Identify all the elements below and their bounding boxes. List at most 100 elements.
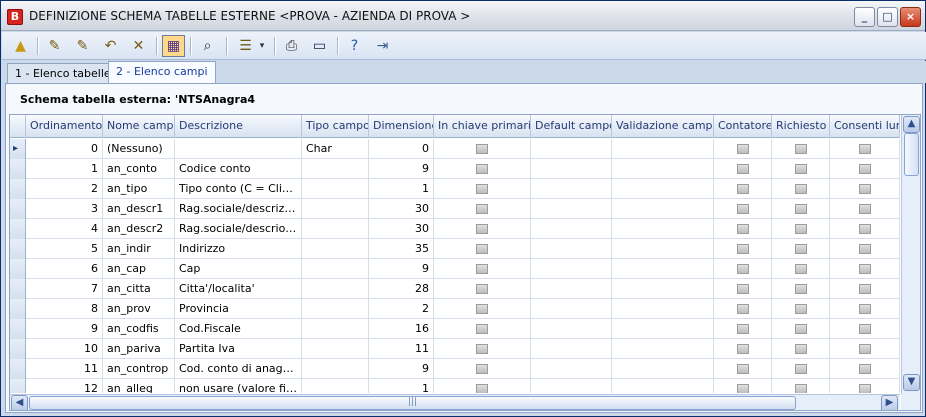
cell-ordinamento[interactable]: 1 [26, 159, 103, 179]
minimize-button[interactable]: _ [854, 7, 875, 27]
horizontal-scrollbar[interactable]: ◀ ||| ▶ [10, 394, 900, 410]
cell-dimensione[interactable]: 30 [369, 199, 434, 219]
checkbox-in-chiave-primaria[interactable] [434, 299, 531, 319]
checkbox-consenti-lunghezza[interactable] [830, 239, 900, 259]
checkbox[interactable] [858, 244, 871, 254]
checkbox-contatore[interactable] [714, 179, 772, 199]
checkbox[interactable] [736, 184, 749, 194]
checkbox-in-chiave-primaria[interactable] [434, 319, 531, 339]
checkbox[interactable] [476, 284, 488, 294]
cell-validazione-campo[interactable] [612, 339, 714, 359]
checkbox[interactable] [858, 344, 871, 354]
checkbox[interactable] [736, 364, 749, 374]
cell-descrizione[interactable]: Codice conto [175, 159, 302, 179]
checkbox-contatore[interactable] [714, 379, 772, 393]
checkbox[interactable] [794, 344, 807, 354]
cell-default-campo[interactable] [531, 299, 612, 319]
cell-descrizione[interactable]: Citta'/localita' [175, 279, 302, 299]
checkbox-consenti-lunghezza[interactable] [830, 319, 900, 339]
cell-tipo-campo[interactable] [302, 379, 369, 393]
checkbox[interactable] [794, 384, 807, 393]
checkbox-contatore[interactable] [714, 199, 772, 219]
cell-tipo-campo[interactable] [302, 199, 369, 219]
checkbox-consenti-lunghezza[interactable] [830, 339, 900, 359]
cell-descrizione[interactable]: Indirizzo [175, 239, 302, 259]
checkbox-in-chiave-primaria[interactable] [434, 139, 531, 159]
chevron-down-icon[interactable]: ▾ [255, 35, 269, 57]
row-indicator[interactable] [10, 359, 26, 379]
checkbox[interactable] [476, 364, 488, 374]
column-header-tipo-campo[interactable]: Tipo campo [302, 115, 369, 138]
row-indicator[interactable] [10, 279, 26, 299]
cell-validazione-campo[interactable] [612, 279, 714, 299]
checkbox-richiesto[interactable] [772, 279, 830, 299]
vertical-scroll-thumb[interactable] [904, 133, 919, 176]
cell-dimensione[interactable]: 1 [369, 379, 434, 393]
row-indicator[interactable] [10, 199, 26, 219]
scroll-left-icon[interactable]: ◀ [11, 395, 28, 410]
cell-descrizione[interactable]: Provincia [175, 299, 302, 319]
scroll-up-icon[interactable]: ▲ [903, 116, 920, 133]
row-indicator[interactable] [10, 339, 26, 359]
cell-validazione-campo[interactable] [612, 199, 714, 219]
checkbox-richiesto[interactable] [772, 219, 830, 239]
checkbox[interactable] [736, 244, 749, 254]
cell-default-campo[interactable] [531, 339, 612, 359]
checkbox[interactable] [736, 164, 749, 174]
table-row[interactable]: 6 an_cap Cap 9 [10, 259, 900, 279]
cell-validazione-campo[interactable] [612, 299, 714, 319]
checkbox[interactable] [858, 164, 871, 174]
cell-ordinamento[interactable]: 8 [26, 299, 103, 319]
checkbox[interactable] [794, 284, 807, 294]
cell-ordinamento[interactable]: 3 [26, 199, 103, 219]
cell-ordinamento[interactable]: 12 [26, 379, 103, 393]
cell-nome-campo[interactable]: an_pariva [103, 339, 175, 359]
column-header-nome-campo[interactable]: Nome campo [103, 115, 175, 138]
checkbox[interactable] [476, 144, 488, 154]
checkbox-consenti-lunghezza[interactable] [830, 179, 900, 199]
cell-dimensione[interactable]: 16 [369, 319, 434, 339]
cell-tipo-campo[interactable] [302, 179, 369, 199]
cell-nome-campo[interactable]: an_citta [103, 279, 175, 299]
checkbox[interactable] [736, 324, 749, 334]
cell-dimensione[interactable]: 9 [369, 259, 434, 279]
cell-default-campo[interactable] [531, 279, 612, 299]
cell-default-campo[interactable] [531, 239, 612, 259]
cell-nome-campo[interactable]: an_controp [103, 359, 175, 379]
scroll-right-icon[interactable]: ▶ [881, 395, 898, 410]
tab-elenco-campi[interactable]: 2 - Elenco campi [108, 61, 216, 83]
checkbox[interactable] [794, 244, 807, 254]
checkbox-contatore[interactable] [714, 259, 772, 279]
checkbox[interactable] [736, 224, 749, 234]
cell-default-campo[interactable] [531, 359, 612, 379]
column-header-descrizione[interactable]: Descrizione [175, 115, 302, 138]
row-indicator[interactable] [10, 259, 26, 279]
cell-nome-campo[interactable]: an_tipo [103, 179, 175, 199]
new-record-icon[interactable]: ✎ [43, 35, 66, 57]
checkbox[interactable] [476, 384, 488, 393]
checkbox-contatore[interactable] [714, 339, 772, 359]
checkbox[interactable] [736, 144, 749, 154]
cell-nome-campo[interactable]: an_descr1 [103, 199, 175, 219]
cell-validazione-campo[interactable] [612, 259, 714, 279]
checkbox[interactable] [476, 224, 488, 234]
checkbox[interactable] [794, 204, 807, 214]
checkbox[interactable] [476, 264, 488, 274]
cell-tipo-campo[interactable] [302, 239, 369, 259]
checkbox-in-chiave-primaria[interactable] [434, 239, 531, 259]
column-header-validazione-campo[interactable]: Validazione campo [612, 115, 714, 138]
cell-nome-campo[interactable]: an_conto [103, 159, 175, 179]
table-row[interactable]: 1 an_conto Codice conto 9 [10, 159, 900, 179]
checkbox[interactable] [858, 324, 871, 334]
checkbox[interactable] [858, 224, 871, 234]
checkbox[interactable] [858, 204, 871, 214]
row-indicator[interactable] [10, 239, 26, 259]
checkbox-richiesto[interactable] [772, 259, 830, 279]
checkbox[interactable] [736, 384, 749, 393]
cell-tipo-campo[interactable] [302, 299, 369, 319]
checkbox-in-chiave-primaria[interactable] [434, 279, 531, 299]
checkbox-richiesto[interactable] [772, 139, 830, 159]
cell-validazione-campo[interactable] [612, 239, 714, 259]
table-row[interactable]: 2 an_tipo Tipo conto (C = Client… 1 [10, 179, 900, 199]
cell-descrizione[interactable]: Tipo conto (C = Client… [175, 179, 302, 199]
